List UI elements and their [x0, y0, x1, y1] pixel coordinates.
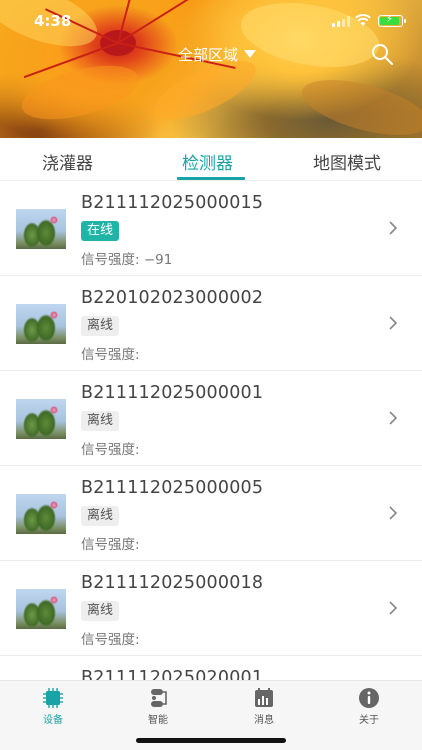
- signal-strength-label: 信号强度:: [81, 632, 140, 648]
- status-badge: 离线: [81, 601, 120, 621]
- list-item[interactable]: B211112025000018 离线 信号强度:: [0, 561, 422, 656]
- signal-strength-label: 信号强度:: [81, 537, 140, 553]
- tab-bar: 浇灌器 检测器 地图模式: [0, 138, 422, 181]
- chevron-right-icon: [389, 316, 398, 330]
- list-item[interactable]: B211112025000001 离线 信号强度:: [0, 371, 422, 466]
- status-badge: 离线: [81, 316, 120, 336]
- wifi-icon: [355, 13, 371, 26]
- list-item[interactable]: B211112025020001: [0, 656, 422, 680]
- signal-strength-label: 信号强度:: [81, 347, 140, 363]
- device-thumbnail: [16, 589, 66, 629]
- device-list: B211112025000015 在线 信号强度: −91 B220102023…: [0, 181, 422, 680]
- nav-label: 消息: [254, 715, 274, 726]
- battery-icon: ⚡: [378, 14, 406, 27]
- status-bar: 4:38 ⚡: [0, 0, 422, 40]
- info-icon: [359, 688, 379, 708]
- device-thumbnail: [16, 209, 66, 249]
- signal-strength: 信号强度: −91: [81, 248, 172, 268]
- list-item[interactable]: B220102023000002 离线 信号强度:: [0, 276, 422, 371]
- signal-strength-label: 信号强度:: [81, 252, 140, 268]
- device-id: B220102023000002: [81, 288, 264, 308]
- region-label: 全部区域: [178, 45, 239, 64]
- cellular-signal-icon: [332, 16, 350, 27]
- status-time: 4:38: [34, 12, 72, 30]
- device-id: B211112025000001: [81, 383, 264, 403]
- nav-smart[interactable]: 智能: [128, 687, 188, 726]
- device-thumbnail: [16, 399, 66, 439]
- device-thumbnail: [16, 494, 66, 534]
- tab-detector[interactable]: 检测器: [182, 149, 233, 174]
- tab-map-mode[interactable]: 地图模式: [313, 149, 381, 174]
- chevron-right-icon: [389, 411, 398, 425]
- region-selector[interactable]: 全部区域: [178, 44, 257, 64]
- status-badge: 离线: [81, 506, 120, 526]
- nav-label: 设备: [43, 715, 63, 726]
- device-id: B211112025000015: [81, 193, 264, 213]
- device-id: B211112025020001: [81, 668, 264, 680]
- chevron-right-icon: [389, 221, 398, 235]
- nav-label: 智能: [148, 715, 168, 726]
- list-item[interactable]: B211112025000005 离线 信号强度:: [0, 466, 422, 561]
- signal-strength-value: −91: [143, 252, 173, 268]
- chevron-right-icon: [389, 506, 398, 520]
- calendar-chart-icon: [255, 688, 273, 707]
- tab-irrigator[interactable]: 浇灌器: [42, 149, 93, 174]
- list-item[interactable]: B211112025000015 在线 信号强度: −91: [0, 181, 422, 276]
- nav-devices[interactable]: 设备: [23, 687, 83, 726]
- search-icon[interactable]: [370, 42, 394, 66]
- device-id: B211112025000005: [81, 478, 264, 498]
- status-badge: 在线: [81, 221, 120, 241]
- device-id: B211112025000018: [81, 573, 264, 593]
- home-indicator: [136, 738, 286, 743]
- status-badge: 离线: [81, 411, 120, 431]
- dropdown-arrow-icon: [244, 50, 257, 58]
- device-thumbnail: [16, 304, 66, 344]
- chevron-right-icon: [389, 601, 398, 615]
- nav-about[interactable]: 关于: [339, 687, 399, 726]
- automation-icon: [151, 689, 167, 707]
- nav-label: 关于: [359, 715, 379, 726]
- active-tab-indicator: [177, 177, 245, 180]
- signal-strength-label: 信号强度:: [81, 442, 140, 458]
- chip-icon: [43, 688, 63, 708]
- nav-messages[interactable]: 消息: [234, 687, 294, 726]
